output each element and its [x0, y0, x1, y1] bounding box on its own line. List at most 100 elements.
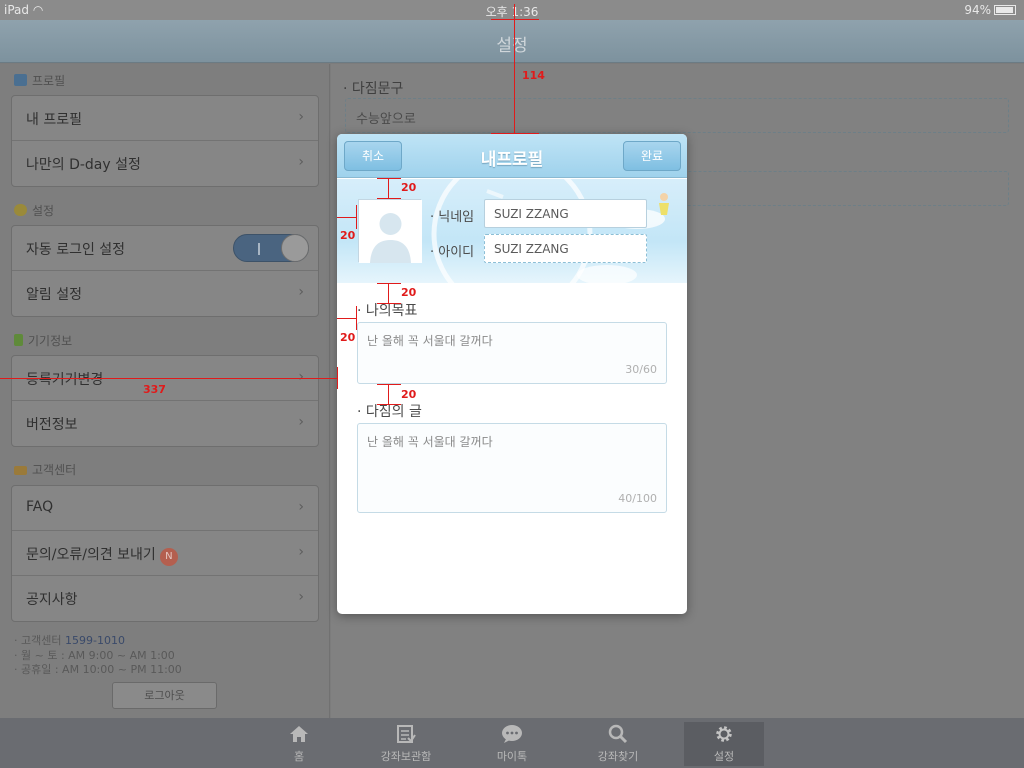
dimension-line [356, 306, 357, 330]
logout-button[interactable]: 로그아웃 [112, 682, 217, 709]
dimension-line [388, 283, 389, 303]
dday-setting-row[interactable]: 나만의 D-day 설정 › [12, 141, 318, 186]
tab-lecture-box[interactable]: 강좌보관함 [366, 722, 446, 766]
chevron-right-icon: › [298, 284, 304, 300]
id-label: · 아이디 [430, 245, 475, 260]
cs-phone-label: · 고객센터 [14, 634, 62, 647]
row-label: 공지사항 [26, 592, 78, 608]
settings-section-header: 설정 [14, 202, 54, 219]
mail-icon [14, 466, 27, 475]
nickname-label: · 닉네임 [430, 210, 475, 225]
chevron-right-icon: › [298, 369, 304, 385]
goal-char-count: 30/60 [625, 363, 657, 376]
pledge-char-count: 40/100 [618, 492, 657, 505]
settings-section-label: 설정 [32, 204, 55, 218]
nickname-input[interactable]: SUZI ZZANG [484, 199, 647, 228]
dimension-line [491, 133, 539, 134]
nav-title: 설정 [496, 36, 528, 56]
send-feedback-row[interactable]: 문의/오류/의견 보내기 N › [12, 531, 318, 576]
row-label: 버전정보 [26, 417, 78, 433]
goal-textarea[interactable]: 난 올해 꼭 서울대 갈꺼다 30/60 [357, 322, 667, 384]
pledge-placeholder: 난 올해 꼭 서울대 갈꺼다 [367, 435, 493, 449]
tab-settings[interactable]: 설정 [684, 722, 764, 766]
row-label: 알림 설정 [26, 287, 82, 303]
row-label: 문의/오류/의견 보내기 N [26, 544, 178, 566]
device-section-header: 기기정보 [14, 332, 72, 349]
pledge-textarea[interactable]: 난 올해 꼭 서울대 갈꺼다 40/100 [357, 423, 667, 513]
chevron-right-icon: › [298, 544, 304, 560]
dimension-line [377, 198, 401, 199]
notification-setting-row[interactable]: 알림 설정 › [12, 271, 318, 316]
device-section-label: 기기정보 [28, 334, 73, 348]
chat-bubble-icon [472, 722, 552, 746]
profile-banner: · 닉네임 SUZI ZZANG · 아이디 SUZI ZZANG [337, 179, 687, 283]
notice-row[interactable]: 공지사항 › [12, 576, 318, 621]
settings-group: 자동 로그인 설정 알림 설정 › [11, 225, 319, 317]
profile-group: 내 프로필 › 나만의 D-day 설정 › [11, 95, 319, 187]
dimension-line [337, 367, 338, 389]
dimension-label: 20 [401, 388, 417, 401]
dimension-label: 337 [143, 383, 166, 396]
modal-header: 취소 내프로필 완료 [337, 134, 687, 178]
battery-indicator: 94% [964, 3, 1016, 17]
faq-row[interactable]: FAQ › [12, 486, 318, 531]
dimension-line [377, 178, 401, 179]
tab-home[interactable]: 홈 [259, 722, 339, 766]
chevron-right-icon: › [298, 499, 304, 515]
chevron-right-icon: › [298, 589, 304, 605]
tab-label: 설정 [713, 750, 735, 763]
tab-find-lecture[interactable]: 강좌찾기 [578, 722, 658, 766]
motto-value: 수능앞으로 [356, 112, 416, 127]
nav-bar: 설정 [0, 20, 1024, 63]
row-label: 내 프로필 [26, 112, 82, 128]
id-value: SUZI ZZANG [494, 242, 569, 256]
id-field: SUZI ZZANG [484, 234, 647, 263]
row-label: 자동 로그인 설정 [26, 242, 126, 258]
battery-percent: 94% [964, 3, 991, 17]
tab-label: 강좌보관함 [380, 750, 432, 763]
version-info-row[interactable]: 버전정보 › [12, 401, 318, 446]
character-illustration [660, 193, 668, 201]
dimension-line [377, 303, 401, 304]
battery-icon [994, 5, 1016, 15]
cs-section-label: 고객센터 [32, 463, 77, 477]
dimension-line [514, 4, 515, 134]
tab-label: 마이톡 [496, 750, 528, 763]
row-label: FAQ [26, 499, 54, 515]
dimension-line [377, 283, 401, 284]
auto-login-row: 자동 로그인 설정 [12, 226, 318, 271]
nickname-value: SUZI ZZANG [494, 207, 569, 221]
home-icon [259, 722, 339, 746]
status-bar: iPad ◠ 오후 1:36 94% [0, 0, 1024, 20]
motto-field[interactable]: 수능앞으로 [345, 98, 1009, 133]
chevron-right-icon: › [298, 154, 304, 170]
cs-hours-holiday: · 공휴일 : AM 10:00 ~ PM 11:00 [14, 663, 182, 676]
tag-icon [14, 74, 27, 86]
my-profile-modal: 취소 내프로필 완료 · 닉네임 SUZI ZZANG · 아이디 SUZI Z… [337, 134, 687, 614]
dimension-label: 20 [340, 229, 356, 242]
avatar[interactable] [358, 199, 422, 263]
done-button[interactable]: 완료 [623, 141, 681, 171]
dimension-label: 20 [401, 286, 417, 299]
tab-bar: 홈 강좌보관함 마이톡 강좌찾기 설정 [0, 718, 1024, 768]
goal-placeholder: 난 올해 꼭 서울대 갈꺼다 [367, 334, 493, 348]
device-group: 등록기기변경 › 버전정보 › [11, 355, 319, 447]
dimension-label: 114 [522, 69, 545, 82]
clock: 오후 1:36 [485, 5, 539, 19]
gear-icon [14, 204, 27, 216]
my-profile-row[interactable]: 내 프로필 › [12, 96, 318, 141]
dimension-line [337, 217, 357, 218]
dimension-line [356, 205, 357, 229]
cs-section-header: 고객센터 [14, 461, 76, 478]
dimension-label: 20 [340, 331, 356, 344]
dimension-line [388, 384, 389, 404]
auto-login-toggle[interactable] [233, 234, 309, 262]
dimension-line [491, 19, 539, 20]
chevron-right-icon: › [298, 414, 304, 430]
dimension-line [377, 404, 401, 405]
cs-phone-info: · 고객센터 1599-1010 [14, 632, 125, 648]
new-badge: N [159, 548, 178, 566]
tab-mytalk[interactable]: 마이톡 [472, 722, 552, 766]
cs-phone-number: 1599-1010 [64, 634, 125, 647]
profile-section-label: 프로필 [32, 74, 66, 88]
